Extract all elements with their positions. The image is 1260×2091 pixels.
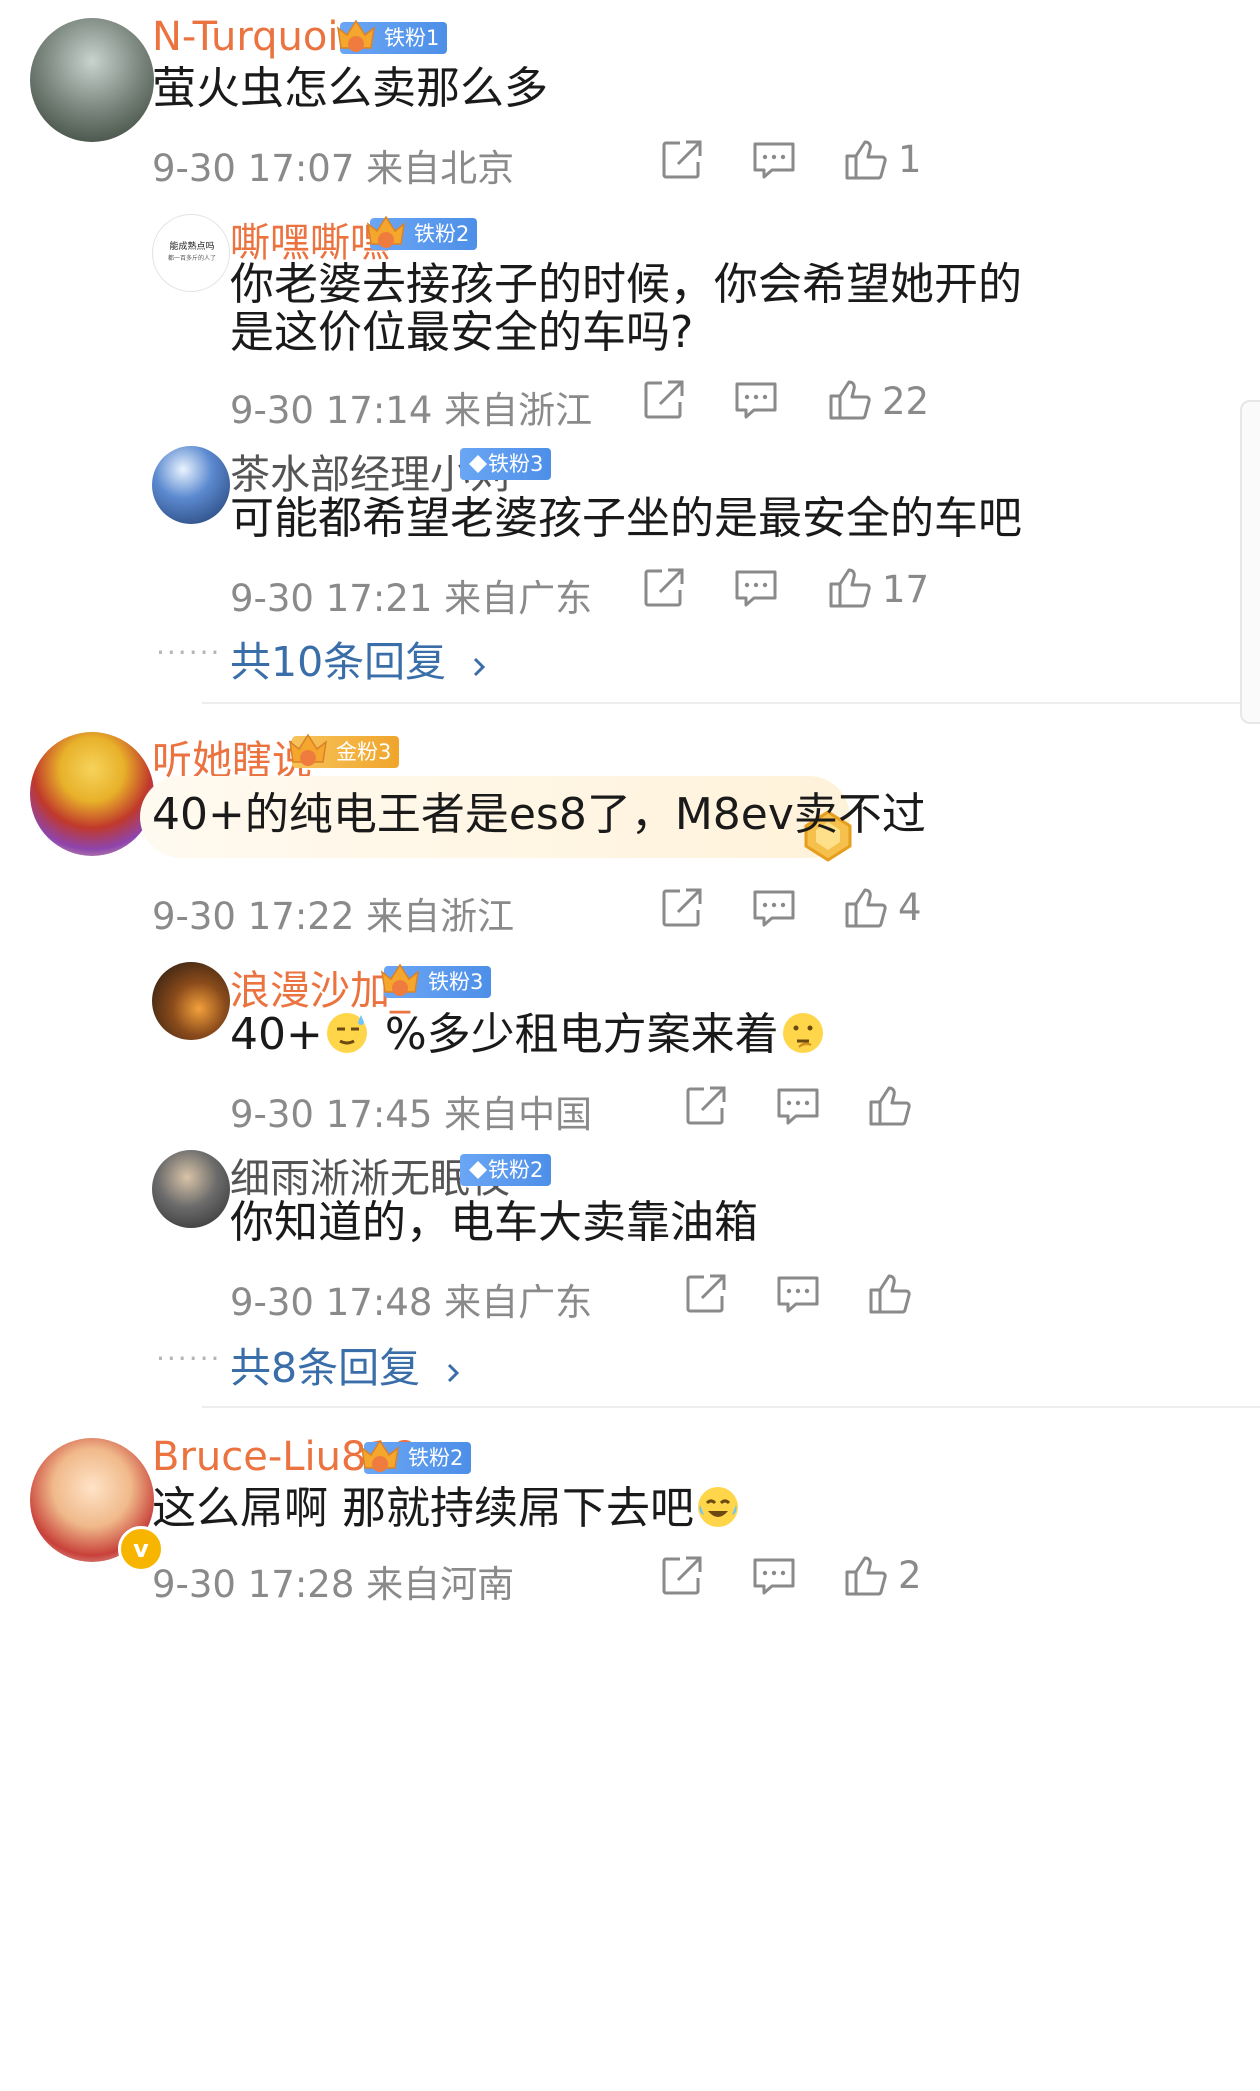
fan-badge: 铁粉2 [364,1442,472,1474]
crown-icon [286,728,330,770]
comment-icon[interactable] [750,884,798,932]
avatar[interactable] [30,18,154,142]
share-icon[interactable] [682,1082,730,1130]
comment-text: 萤火虫怎么卖那么多 [152,63,548,114]
more-replies-link[interactable]: 共10条回复 [230,628,491,688]
like-count: 4 [898,886,922,929]
comment-icon[interactable] [774,1082,822,1130]
more-replies-link[interactable]: 共8条回复 [230,1334,465,1394]
laugh-cry-emoji-icon [698,1487,738,1527]
share-icon[interactable] [658,1552,706,1600]
like-count: 2 [898,1554,922,1597]
diamond-icon [468,454,488,474]
avatar[interactable] [152,446,230,524]
comment-icon[interactable] [732,376,780,424]
scrollbar[interactable] [1240,400,1260,724]
like-icon[interactable] [866,1270,914,1318]
comment-text: 这么屌啊 那就持续屌下去吧 [152,1478,742,1540]
comment-meta: 9-30 17:07 来自北京 [152,147,515,190]
like-count: 22 [882,380,930,423]
crown-icon [378,958,422,1000]
crown-icon [358,1434,402,1476]
avatar-subtext: 都一百多斤的人了 [167,255,216,262]
crown-icon [334,14,378,56]
like-icon[interactable] [866,1082,914,1130]
chevron-right-icon [467,655,491,679]
divider [202,702,1260,704]
avatar[interactable]: 能成熟点吗 都一百多斤的人了 [152,214,230,292]
reply-meta: 9-30 17:45 来自中国 [230,1093,593,1136]
reply-meta: 9-30 17:48 来自广东 [230,1281,593,1324]
thinking-emoji-icon [782,1013,823,1053]
like-count: 1 [898,138,922,181]
comment-meta: 9-30 17:22 来自浙江 [152,895,515,938]
avatar[interactable] [152,962,230,1040]
diamond-icon [468,1160,488,1180]
like-icon[interactable] [842,1552,890,1600]
dots-indicator: ······ [156,1342,222,1375]
share-icon[interactable] [658,136,706,184]
like-icon[interactable] [842,884,890,932]
dots-indicator: ······ [156,636,222,669]
share-icon[interactable] [658,884,706,932]
reply-meta: 9-30 17:14 来自浙江 [230,389,593,432]
comment-icon[interactable] [750,1552,798,1600]
share-icon[interactable] [640,376,688,424]
comment-meta: 9-30 17:28 来自河南 [152,1563,515,1606]
comment-text: 40+的纯电王者是es8了，M8ev卖不过 [152,789,926,840]
sweat-emoji-icon [326,1013,367,1053]
avatar[interactable] [30,732,154,856]
fan-badge: 铁粉3 [460,448,552,480]
reply-text-line: 你知道的，电车大卖靠油箱 [230,1197,758,1248]
like-icon[interactable] [826,564,874,612]
reply-meta: 9-30 17:21 来自广东 [230,577,593,620]
avatar-text: 能成熟点吗 [169,242,215,252]
reply-text-line: 可能都希望老婆孩子坐的是最安全的车吧 [230,493,1022,544]
fan-badge: 金粉3 [292,736,400,768]
comment-icon[interactable] [750,136,798,184]
like-icon[interactable] [842,136,890,184]
chevron-right-icon [441,1361,465,1385]
fan-badge: 铁粉3 [384,966,492,998]
share-icon[interactable] [640,564,688,612]
fan-badge: 铁粉2 [460,1154,552,1186]
avatar[interactable] [152,1150,230,1228]
comment-icon[interactable] [732,564,780,612]
divider [202,1406,1260,1408]
comment-icon[interactable] [774,1270,822,1318]
reply-text-line: 是这价位最安全的车吗? [230,307,694,358]
like-icon[interactable] [826,376,874,424]
share-icon[interactable] [682,1270,730,1318]
reply-text: 40+ %多少租电方案来着 [230,1004,827,1066]
like-count: 17 [882,568,930,611]
fan-badge: 铁粉1 [340,22,448,54]
crown-icon [364,210,408,252]
fan-badge: 铁粉2 [370,218,478,250]
